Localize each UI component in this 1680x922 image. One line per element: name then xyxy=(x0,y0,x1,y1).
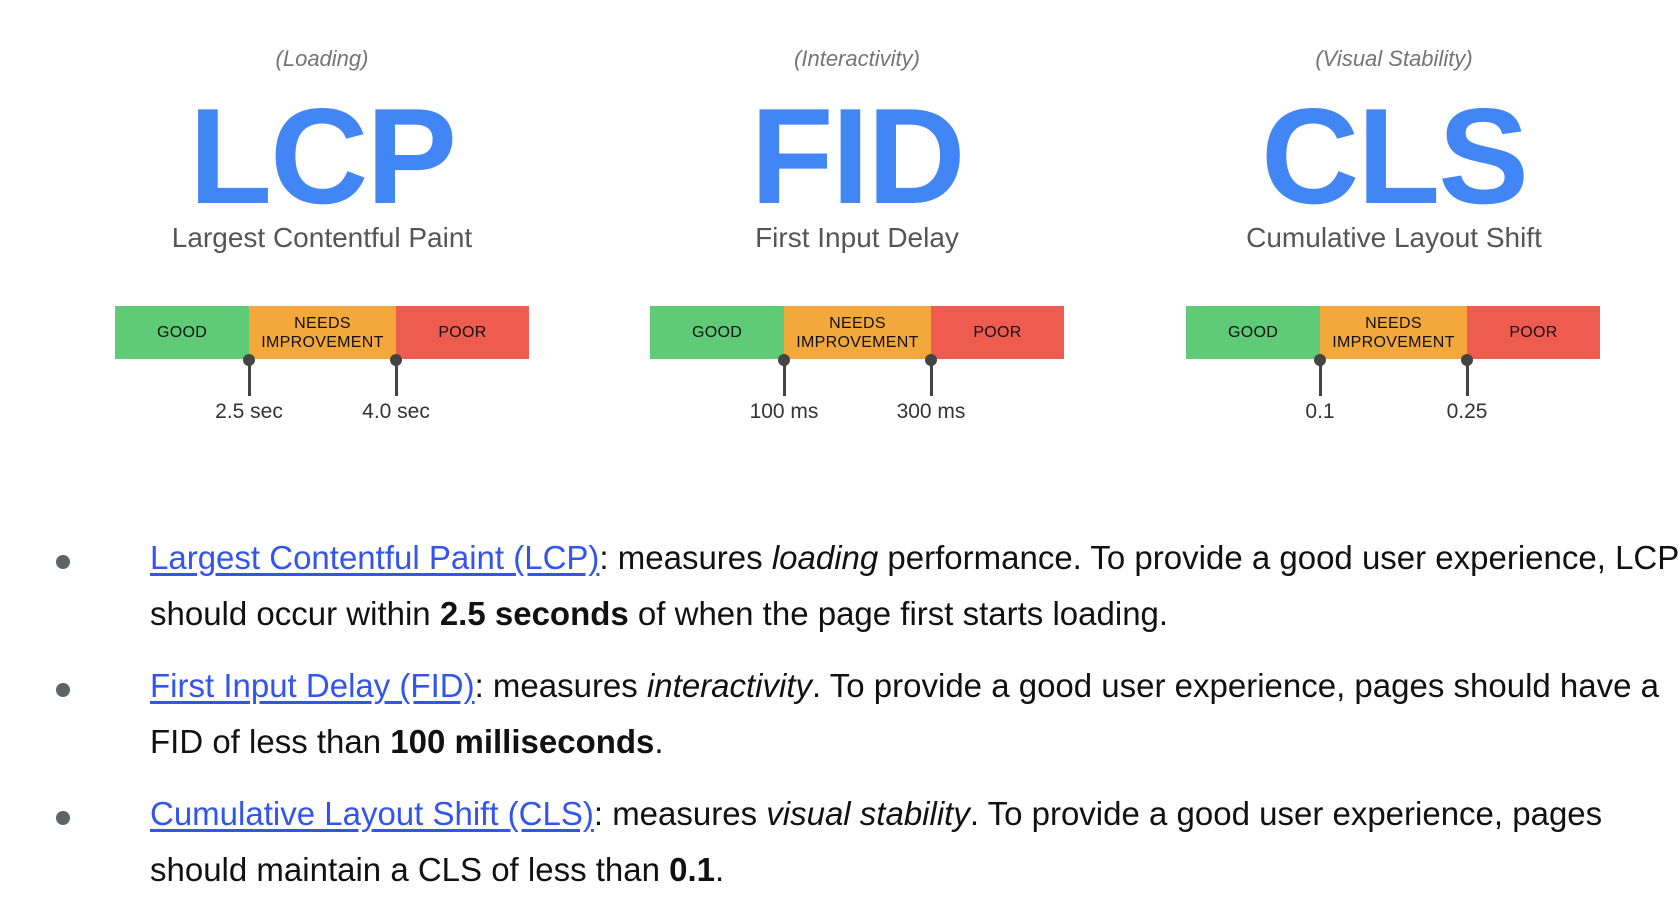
threshold-label: 4.0 sec xyxy=(362,400,430,423)
marker-stem xyxy=(1466,360,1469,396)
threshold-label: 2.5 sec xyxy=(215,400,283,423)
metric-cls: (Visual Stability) CLS Cumulative Layout… xyxy=(1114,0,1674,460)
metric-abbreviation: CLS xyxy=(1261,80,1529,232)
metric-full-name: First Input Delay xyxy=(755,222,959,253)
segment-good: GOOD xyxy=(115,306,249,359)
threshold-marker xyxy=(778,354,790,396)
segment-label-line1: NEEDS xyxy=(294,314,351,332)
segment-needs-improvement: NEEDS IMPROVEMENT xyxy=(1320,306,1467,359)
segment-needs-improvement: NEEDS IMPROVEMENT xyxy=(784,306,931,359)
text-fragment: of when the page first starts loading. xyxy=(628,595,1169,632)
threshold-marker xyxy=(390,354,402,396)
segment-label-line2: IMPROVEMENT xyxy=(261,333,384,351)
text-fragment: : measures xyxy=(593,795,767,832)
metric-full-name: Cumulative Layout Shift xyxy=(1246,222,1542,253)
fid-link[interactable]: First Input Delay (FID) xyxy=(150,667,475,704)
text-fragment: . xyxy=(715,851,725,888)
threshold-label: 300 ms xyxy=(896,400,966,423)
emphasis-text: interactivity xyxy=(646,667,813,704)
segment-poor: POOR xyxy=(396,306,529,359)
emphasis-text: loading xyxy=(771,539,879,576)
metric-abbreviation: LCP xyxy=(189,80,457,232)
marker-stem xyxy=(395,360,398,396)
metric-fid: (Interactivity) FID First Input Delay xyxy=(577,0,1137,460)
cls-link[interactable]: Cumulative Layout Shift (CLS) xyxy=(150,795,594,832)
metric-full-name: Largest Contentful Paint xyxy=(171,222,473,253)
metric-category: (Visual Stability) xyxy=(1315,46,1473,71)
segment-label-line2: IMPROVEMENT xyxy=(796,333,919,351)
marker-stem xyxy=(248,360,251,396)
bullet-icon xyxy=(56,811,70,825)
threshold-marker xyxy=(925,354,937,396)
text-fragment: : measures xyxy=(599,539,772,576)
list-item-text: Cumulative Layout Shift (CLS): measures … xyxy=(150,786,1680,898)
marker-stem xyxy=(1319,360,1322,396)
bullet-icon xyxy=(56,683,70,697)
list-item-text: First Input Delay (FID): measures intera… xyxy=(150,658,1680,770)
bullet-icon xyxy=(56,555,70,569)
marker-stem xyxy=(930,360,933,396)
cls-threshold-bar: GOOD NEEDS IMPROVEMENT POOR xyxy=(1186,306,1600,359)
threshold-marker xyxy=(243,354,255,396)
list-item-text: Largest Contentful Paint (LCP): measures… xyxy=(150,530,1680,642)
marker-stem xyxy=(783,360,786,396)
fid-threshold-bar: GOOD NEEDS IMPROVEMENT POOR xyxy=(650,306,1064,359)
strong-text: 100 milliseconds xyxy=(390,723,655,760)
emphasis-text: visual stability xyxy=(766,795,970,832)
lcp-link[interactable]: Largest Contentful Paint (LCP) xyxy=(150,539,599,576)
segment-good: GOOD xyxy=(650,306,784,359)
segment-label-line1: NEEDS xyxy=(1365,314,1422,332)
text-fragment: : measures xyxy=(474,667,647,704)
metric-lcp: (Loading) LCP Largest Contentful Paint xyxy=(42,0,602,460)
threshold-label: 0.25 xyxy=(1446,400,1488,423)
segment-poor: POOR xyxy=(931,306,1064,359)
metric-abbreviation: FID xyxy=(750,80,965,232)
lcp-threshold-bar: GOOD NEEDS IMPROVEMENT POOR xyxy=(115,306,529,359)
segment-needs-improvement: NEEDS IMPROVEMENT xyxy=(249,306,396,359)
threshold-label: 100 ms xyxy=(749,400,819,423)
threshold-marker xyxy=(1461,354,1473,396)
strong-text: 2.5 seconds xyxy=(439,595,629,632)
segment-label-line2: IMPROVEMENT xyxy=(1332,333,1455,351)
segment-label-line1: NEEDS xyxy=(829,314,886,332)
text-fragment: . xyxy=(654,723,664,760)
segment-poor: POOR xyxy=(1467,306,1600,359)
segment-good: GOOD xyxy=(1186,306,1320,359)
strong-text: 0.1 xyxy=(669,851,716,888)
threshold-marker xyxy=(1314,354,1326,396)
metric-category: (Loading) xyxy=(275,46,369,71)
metric-category: (Interactivity) xyxy=(794,46,920,71)
threshold-label: 0.1 xyxy=(1305,400,1335,423)
